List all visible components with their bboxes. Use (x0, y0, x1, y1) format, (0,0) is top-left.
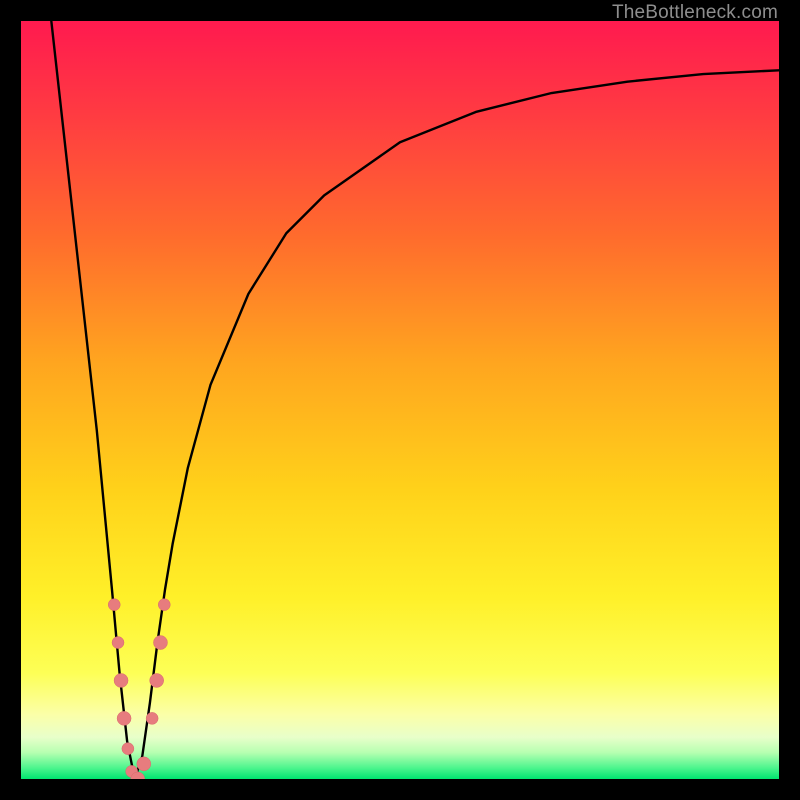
curve-line (51, 21, 779, 779)
data-marker (117, 711, 131, 725)
data-marker (137, 757, 151, 771)
data-marker (114, 673, 128, 687)
watermark-text: TheBottleneck.com (612, 2, 778, 24)
data-marker (108, 599, 120, 611)
data-marker (158, 599, 170, 611)
chart-canvas: TheBottleneck.com (0, 0, 800, 800)
data-marker (153, 636, 167, 650)
data-marker (122, 743, 134, 755)
data-marker (112, 637, 124, 649)
bottleneck-curve (21, 21, 779, 779)
plot-area (21, 21, 779, 779)
data-marker (146, 712, 158, 724)
data-marker (150, 673, 164, 687)
